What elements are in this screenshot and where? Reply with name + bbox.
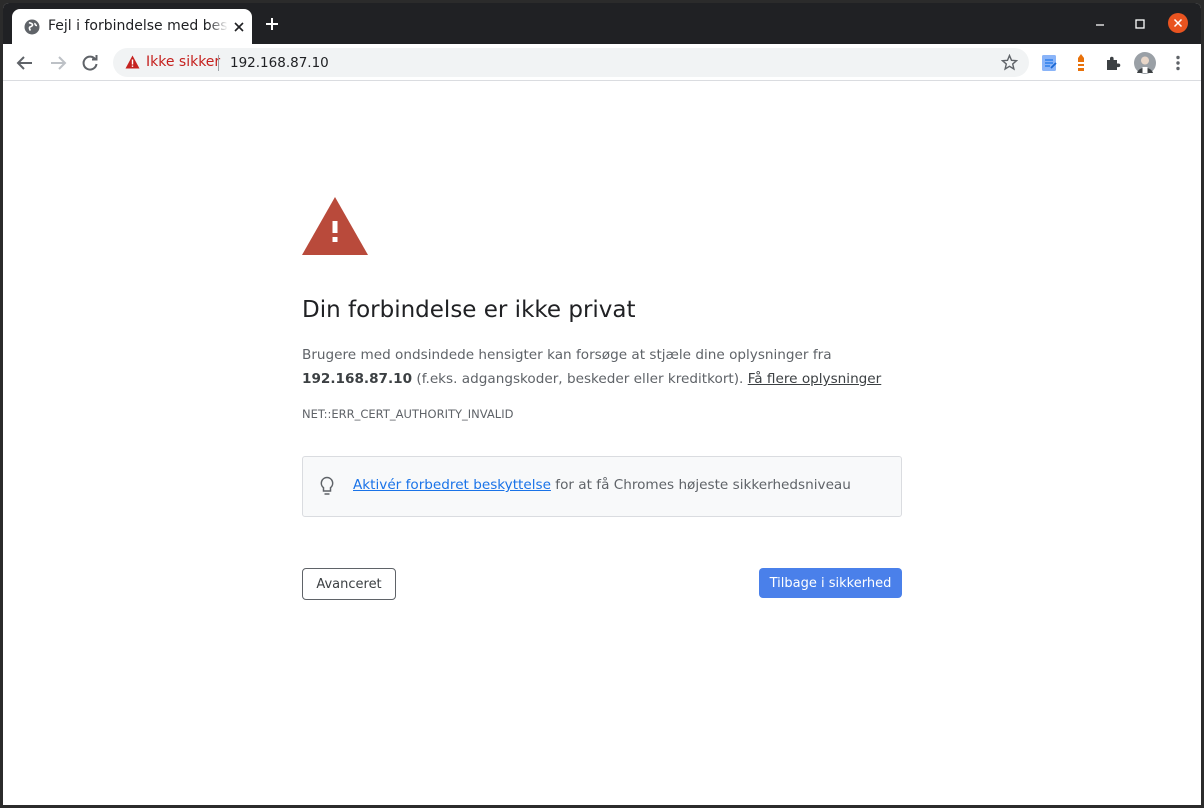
star-icon[interactable] <box>1001 54 1018 71</box>
page-title: Din forbindelse er ikke privat <box>302 297 636 323</box>
warning-icon[interactable] <box>125 55 140 69</box>
page-content: Din forbindelse er ikke privat Brugere m… <box>3 81 1201 805</box>
description-text: Brugere med ondsindede hensigter kan for… <box>302 347 832 363</box>
back-to-safety-button[interactable]: Tilbage i sikkerhed <box>759 568 902 598</box>
address-bar[interactable]: Ikke sikker 192.168.87.10 <box>113 48 1029 77</box>
host-name: 192.168.87.10 <box>302 371 413 387</box>
enhanced-protection-box: Aktivér forbedret beskyttelse for at få … <box>302 456 902 517</box>
close-window-icon[interactable] <box>1167 12 1189 34</box>
title-bar: Fejl i forbindelse med beskyttelse af pe… <box>3 3 1201 44</box>
plus-icon[interactable] <box>263 15 281 33</box>
reload-icon[interactable] <box>79 52 101 74</box>
enhanced-protection-suffix: for at få Chromes højeste sikkerhedsnive… <box>550 477 851 493</box>
description-text-2: (f.eks. adgangskoder, beskeder eller kre… <box>412 371 748 387</box>
lightbulb-icon <box>320 476 334 495</box>
learn-more-link[interactable]: Få flere oplysninger <box>748 371 882 387</box>
notes-extension-icon[interactable] <box>1039 53 1059 73</box>
tab-title: Fejl i forbindelse med beskyttelse af pe… <box>48 18 228 34</box>
maximize-icon[interactable] <box>1131 15 1149 33</box>
error-code: NET::ERR_CERT_AUTHORITY_INVALID <box>302 407 514 421</box>
arrow-left-icon[interactable] <box>14 52 36 74</box>
security-status[interactable]: Ikke sikker <box>146 54 220 70</box>
avatar[interactable] <box>1134 52 1156 74</box>
advanced-button[interactable]: Avanceret <box>302 568 396 600</box>
active-tab[interactable]: Fejl i forbindelse med beskyttelse af pe… <box>12 9 252 44</box>
puzzle-icon[interactable] <box>1103 53 1123 73</box>
globe-icon <box>24 19 40 35</box>
browser-window: Fejl i forbindelse med beskyttelse af pe… <box>3 3 1201 805</box>
arrow-right-icon[interactable] <box>47 52 69 74</box>
description: Brugere med ondsindede hensigter kan for… <box>302 343 902 391</box>
minimize-icon[interactable] <box>1091 15 1109 33</box>
enhanced-protection-text: Aktivér forbedret beskyttelse for at få … <box>353 477 851 493</box>
enhanced-protection-link[interactable]: Aktivér forbedret beskyttelse <box>353 477 551 493</box>
divider <box>218 55 219 71</box>
close-icon[interactable] <box>232 20 246 34</box>
warning-triangle-icon <box>302 197 368 255</box>
browser-toolbar: Ikke sikker 192.168.87.10 <box>3 44 1201 81</box>
url-text[interactable]: 192.168.87.10 <box>230 55 329 71</box>
kebab-menu-icon[interactable] <box>1168 53 1188 73</box>
lighthouse-extension-icon[interactable] <box>1071 53 1091 73</box>
